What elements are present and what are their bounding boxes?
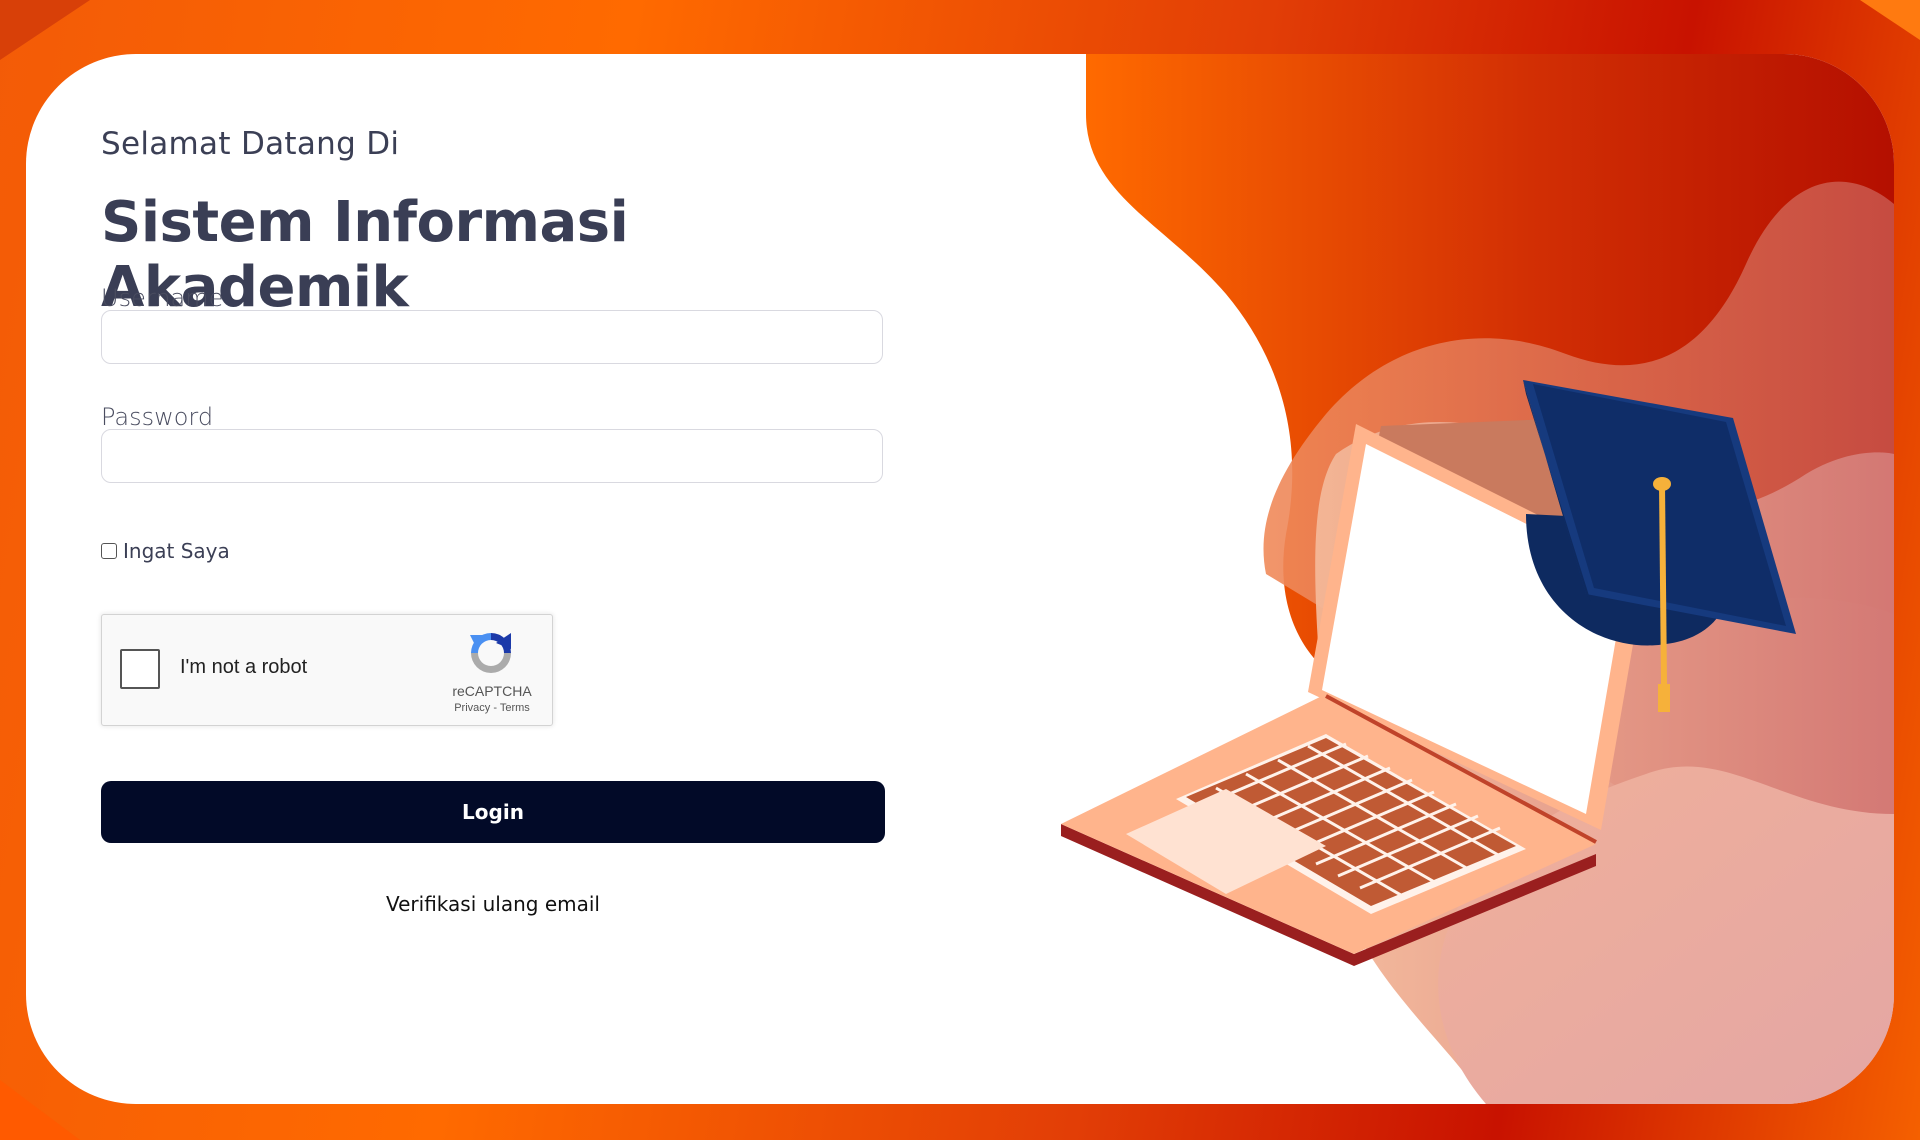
remember-checkbox[interactable] [101, 543, 117, 559]
remember-me[interactable]: Ingat Saya [101, 539, 230, 563]
recaptcha-label: I'm not a robot [180, 656, 308, 678]
username-label: Username [101, 284, 224, 312]
recaptcha-links[interactable]: Privacy - Terms [438, 702, 546, 714]
recaptcha-widget: I'm not a robot reCAPTCHA Privacy - Term… [101, 614, 553, 726]
welcome-text: Selamat Datang Di [101, 126, 400, 162]
remember-label[interactable]: Ingat Saya [123, 539, 230, 563]
recaptcha-checkbox[interactable] [120, 649, 160, 689]
login-card: Selamat Datang Di Sistem Informasi Akade… [26, 54, 1894, 1104]
password-field[interactable] [101, 429, 883, 483]
recaptcha-logo-icon [470, 633, 511, 673]
username-field[interactable] [101, 310, 883, 364]
login-button[interactable]: Login [101, 781, 885, 843]
password-label: Password [101, 403, 214, 431]
reverify-email-link[interactable]: Verifikasi ulang email [101, 892, 885, 916]
recaptcha-brand: reCAPTCHA [452, 683, 532, 699]
